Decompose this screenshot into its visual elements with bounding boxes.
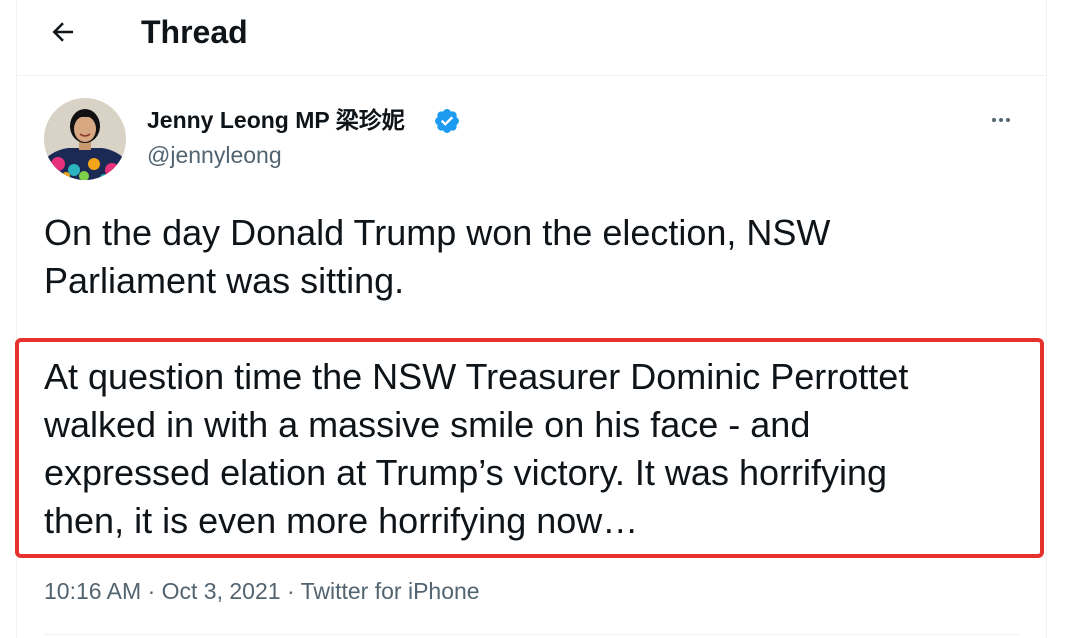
meta-separator: · [286,578,295,604]
more-dot-icon [1006,118,1010,122]
tweet-time[interactable]: 10:16 AM [44,578,141,604]
thread-header: Thread [17,0,1046,76]
more-options-button[interactable] [983,108,1019,132]
back-button[interactable] [45,14,81,50]
arrow-left-icon [52,22,73,42]
more-dot-icon [999,118,1003,122]
thread-column: Thread Jenny Leong MP 梁珍妮 @jennyleong On… [15,0,1047,638]
avatar[interactable] [44,98,126,180]
meta-separator: · [147,578,156,604]
tweet-text-paragraph: At question time the NSW Treasurer Domin… [44,356,909,541]
page-title: Thread [141,14,248,50]
tweet-date[interactable]: Oct 3, 2021 [162,578,281,604]
more-dot-icon [992,118,996,122]
verified-badge-icon [435,109,459,133]
divider [44,634,1019,635]
tweet-metadata: 10:16 AM · Oct 3, 2021 · Twitter for iPh… [44,576,480,606]
author-handle[interactable]: @jennyleong [147,140,282,170]
avatar-image [44,98,126,180]
tweet-source[interactable]: Twitter for iPhone [301,578,480,604]
tweet-text-paragraph: On the day Donald Trump won the election… [44,212,831,301]
author-display-name[interactable]: Jenny Leong MP 梁珍妮 [147,106,405,134]
